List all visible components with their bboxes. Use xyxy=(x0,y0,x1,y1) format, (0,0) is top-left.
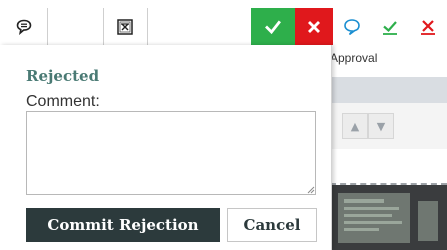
move-up-button[interactable]: ▲ xyxy=(342,113,368,139)
comment-textarea[interactable] xyxy=(26,111,316,195)
close-icon xyxy=(308,20,320,33)
reject-button[interactable] xyxy=(295,8,333,45)
close-icon xyxy=(421,19,435,35)
discussion-button[interactable] xyxy=(333,8,371,45)
rejection-dialog: Rejected Comment: Commit Rejection Cance… xyxy=(0,45,332,250)
approve-all-button[interactable] xyxy=(371,8,409,45)
check-icon xyxy=(265,20,281,34)
reject-all-button[interactable] xyxy=(409,8,447,45)
navigation-bar: ▲ ▼ xyxy=(330,103,447,150)
background-band xyxy=(330,77,447,103)
expression-icon xyxy=(117,18,133,35)
toolbar xyxy=(0,0,447,46)
toolbar-gap xyxy=(147,8,251,45)
chat-bubble-icon xyxy=(344,18,360,35)
dialog-title: Rejected xyxy=(26,67,100,85)
comment-button[interactable] xyxy=(0,8,48,45)
approve-button[interactable] xyxy=(251,8,295,45)
document-thumbnail[interactable] xyxy=(330,185,447,250)
approval-label: Approval xyxy=(330,51,378,65)
move-down-button[interactable]: ▼ xyxy=(368,113,394,139)
toolbar-spacer xyxy=(47,8,104,45)
commit-rejection-button[interactable]: Commit Rejection xyxy=(26,208,220,242)
comment-label: Comment: xyxy=(26,93,100,110)
expression-button[interactable] xyxy=(103,8,148,45)
speech-bubble-icon xyxy=(16,19,31,35)
triangle-down-icon: ▼ xyxy=(376,119,386,133)
approval-header: Approval xyxy=(330,45,447,77)
triangle-up-icon: ▲ xyxy=(350,119,360,133)
resize-grip-icon[interactable] xyxy=(306,185,315,194)
check-icon xyxy=(383,20,397,35)
cancel-button[interactable]: Cancel xyxy=(227,208,317,242)
dashed-divider-area xyxy=(330,149,447,185)
